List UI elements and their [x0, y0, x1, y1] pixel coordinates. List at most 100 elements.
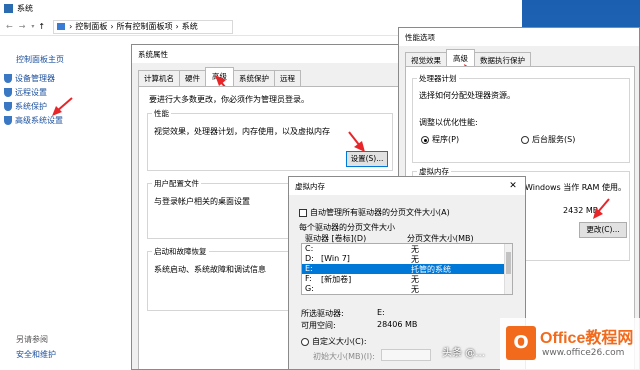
watermark-brand: Office教程网	[540, 330, 634, 347]
window-icon	[4, 3, 13, 13]
drive-label: [Win 7]	[321, 254, 350, 263]
admin-note: 要进行大多数更改，你必须作为管理员登录。	[149, 95, 309, 104]
auto-manage-checkbox[interactable]: 自动管理所有驱动器的分页文件大小(A)	[299, 207, 450, 218]
radio-indicator	[421, 135, 429, 144]
explorer-titlebar: 系统	[0, 0, 522, 16]
performance-title: 性能	[152, 108, 171, 119]
virtual-memory-desc: Windows 当作 RAM 使用。	[525, 183, 626, 192]
scrollbar-thumb[interactable]	[506, 252, 511, 274]
back-icon[interactable]: ←	[6, 22, 13, 31]
tab-hardware[interactable]: 硬件	[179, 70, 206, 86]
checkbox-indicator	[299, 208, 307, 217]
startup-recovery-title: 启动和故障恢复	[152, 246, 209, 257]
adjust-label: 调整以优化性能:	[419, 118, 478, 127]
drive-letter: C:	[305, 244, 314, 253]
tab-system-protection[interactable]: 系统保护	[233, 70, 275, 86]
watermark-author: 头条 @…	[442, 348, 486, 359]
watermark-url: www.office26.com	[542, 348, 625, 358]
control-panel-icon	[57, 23, 66, 30]
perfopts-title: 性能选项	[405, 32, 435, 42]
perfopts-titlebar: 性能选项	[399, 28, 639, 46]
checkbox-label: 自动管理所有驱动器的分页文件大小(A)	[310, 208, 450, 217]
drive-size: 无	[411, 255, 419, 264]
drive-label: [新加卷]	[321, 275, 352, 284]
sysprops-title: 系统属性	[138, 49, 168, 59]
selected-drive-value: E:	[377, 308, 385, 317]
red-arrow-annotation	[348, 131, 365, 152]
tab-computer-name[interactable]: 计算机名	[138, 70, 180, 86]
sidebar-home[interactable]: 控制面板主页	[16, 54, 64, 65]
radio-label: 自定义大小(C):	[312, 337, 367, 346]
radio-label: 后台服务(S)	[532, 135, 576, 144]
sidebar-item-label: 远程设置	[15, 88, 47, 97]
selected-drive-label: 所选驱动器:	[301, 309, 344, 318]
drive-label	[321, 244, 411, 254]
shield-icon	[4, 74, 12, 83]
breadcrumb[interactable]: › 控制面板 › 所有控制面板项 › 系统	[53, 19, 234, 34]
drive-size: 托管的系统	[411, 265, 451, 274]
radio-label: 程序(P)	[432, 135, 460, 144]
virtual-memory-dialog: 虚拟内存 ✕ 自动管理所有驱动器的分页文件大小(A) 每个驱动器的分页文件大小 …	[288, 176, 526, 370]
red-arrow-annotation	[52, 97, 73, 116]
change-button[interactable]: 更改(C)...	[579, 222, 627, 238]
performance-desc: 视觉效果，处理器计划，内存使用，以及虚拟内存	[154, 127, 330, 136]
free-space-value: 28406 MB	[377, 320, 418, 329]
explorer-title: 系统	[17, 3, 33, 13]
vmem-title: 虚拟内存	[295, 181, 325, 191]
office-logo-icon: O	[506, 326, 536, 360]
drive-size: 无	[411, 285, 419, 294]
shield-icon	[4, 116, 12, 125]
initial-size-label: 初始大小(MB)(I):	[313, 352, 375, 361]
shield-icon	[4, 102, 12, 111]
per-drive-title: 每个驱动器的分页文件大小	[299, 223, 395, 232]
breadcrumb-item[interactable]: 所有控制面板项	[117, 21, 173, 32]
sidebar-item-protection[interactable]: 系统保护	[4, 101, 47, 112]
drive-label	[321, 284, 411, 294]
sidebar-item-label: 系统保护	[15, 102, 47, 111]
sysprops-titlebar: 系统属性	[132, 45, 405, 63]
custom-size-radio[interactable]: 自定义大小(C):	[301, 336, 367, 347]
drive-letter: D:	[305, 254, 314, 263]
drive-row[interactable]: G: 无	[302, 284, 512, 294]
radio-indicator	[521, 135, 529, 144]
processor-scheduling-group: 处理器计划 选择如何分配处理器资源。 调整以优化性能: 程序(P) 后台服务(S…	[412, 73, 630, 163]
recent-dropdown-icon[interactable]: ▾	[31, 23, 34, 30]
free-space-label: 可用空间:	[301, 321, 336, 330]
drive-row[interactable]: F: [新加卷] 无	[302, 274, 512, 284]
processor-scheduling-title: 处理器计划	[417, 73, 459, 84]
tab-remote[interactable]: 远程	[274, 70, 301, 86]
drive-size: 无	[411, 275, 419, 284]
up-icon[interactable]: ↑	[38, 22, 45, 31]
drive-row[interactable]: D: [Win 7] 无	[302, 254, 512, 264]
sidebar-item-device-manager[interactable]: 设备管理器	[4, 73, 55, 84]
initial-size-input[interactable]	[381, 349, 431, 361]
drive-row[interactable]: C: 无	[302, 244, 512, 254]
drive-letter: E:	[305, 264, 313, 273]
red-arrow-annotation	[593, 198, 610, 219]
radio-programs[interactable]: 程序(P)	[421, 134, 459, 145]
drive-row-selected[interactable]: E: 托管的系统	[302, 264, 512, 274]
processor-scheduling-desc: 选择如何分配处理器资源。	[419, 91, 515, 100]
shield-icon	[4, 88, 12, 97]
list-scrollbar[interactable]	[504, 244, 512, 294]
see-also-security[interactable]: 安全和维护	[16, 349, 56, 360]
breadcrumb-item[interactable]: 控制面板	[75, 21, 107, 32]
sidebar-item-label: 设备管理器	[15, 74, 55, 83]
drive-label	[321, 264, 411, 274]
breadcrumb-item[interactable]: 系统	[182, 21, 198, 32]
drive-list[interactable]: C: 无 D: [Win 7] 无 E: 托管的系统 F: [新加卷] 无 G:…	[301, 243, 513, 295]
radio-indicator	[301, 337, 309, 346]
user-profiles-title: 用户配置文件	[152, 178, 201, 189]
startup-recovery-desc: 系统启动、系统故障和调试信息	[154, 265, 266, 274]
forward-icon[interactable]: →	[19, 22, 26, 31]
radio-background-services[interactable]: 后台服务(S)	[521, 134, 575, 145]
sidebar-item-remote[interactable]: 远程设置	[4, 87, 47, 98]
see-also-title: 另请参阅	[16, 335, 48, 344]
user-profiles-desc: 与登录帐户相关的桌面设置	[154, 197, 250, 206]
watermark-logo: O Office教程网 www.office26.com	[500, 318, 640, 370]
close-icon[interactable]: ✕	[501, 177, 525, 195]
vmem-titlebar: 虚拟内存	[289, 177, 525, 195]
drive-letter: F:	[305, 274, 312, 283]
drive-letter: G:	[305, 284, 314, 293]
drive-size: 无	[411, 245, 419, 254]
